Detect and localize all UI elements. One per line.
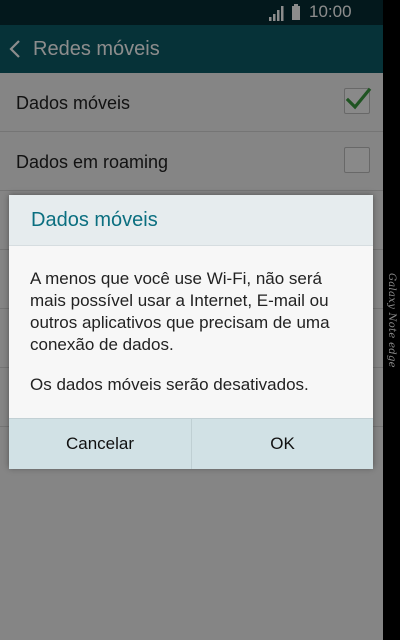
dialog-message-text: A menos que você use Wi-Fi, não será mai… [30, 269, 330, 354]
phone-screen: 10:00 Redes móveis Dados móveis Dados em… [0, 0, 383, 640]
ok-button[interactable]: OK [191, 419, 373, 469]
dialog-title: Dados móveis [31, 209, 158, 231]
cancel-button[interactable]: Cancelar [9, 419, 191, 469]
confirm-dialog: Dados móveis A menos que você use Wi-Fi,… [9, 195, 373, 469]
device-brand-label: Galaxy Note edge [386, 272, 397, 368]
dialog-header: Dados móveis [9, 195, 373, 246]
dialog-message-text-2: Os dados móveis serão desativados. [30, 375, 309, 394]
dialog-button-bar: Cancelar OK [9, 418, 373, 469]
dialog-message: A menos que você use Wi-Fi, não será mai… [30, 268, 360, 396]
